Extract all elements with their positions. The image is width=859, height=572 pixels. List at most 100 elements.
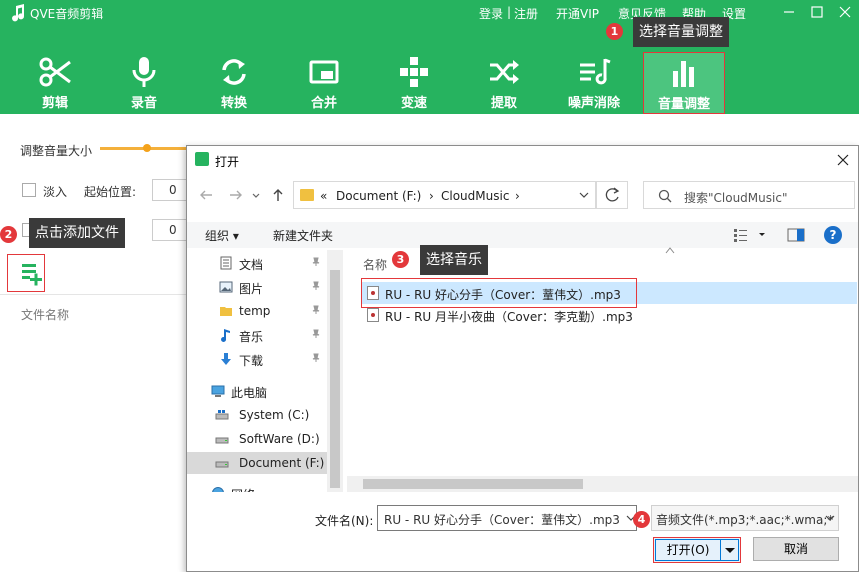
open-button-label[interactable]: 打开(O) xyxy=(655,539,721,561)
microphone-icon xyxy=(132,57,156,87)
chevron-down-icon xyxy=(579,192,589,198)
open-dropdown[interactable] xyxy=(721,539,739,561)
maximize-icon[interactable] xyxy=(806,2,828,22)
tool-label: 噪声消除 xyxy=(567,96,620,111)
login-link[interactable]: 登录 xyxy=(479,5,503,22)
breadcrumb-overflow[interactable]: « xyxy=(320,189,327,203)
nav-item-documents[interactable]: 文档 xyxy=(187,252,327,274)
shuffle-icon xyxy=(490,60,519,84)
speed-icon xyxy=(400,57,428,87)
document-icon xyxy=(220,256,232,270)
navigation-pane: 文档 图片 temp 音乐 下载 此电脑 System (C:) SoftWar… xyxy=(187,250,343,492)
breadcrumb-separator[interactable]: › xyxy=(515,189,520,203)
caret-down-icon xyxy=(725,548,735,553)
callout-label: 点击添加文件 xyxy=(29,218,125,248)
dialog-title: 打开 xyxy=(215,155,240,169)
link-separator: | xyxy=(507,5,512,19)
scissors-icon xyxy=(39,57,71,87)
chevron-down-icon[interactable] xyxy=(824,512,836,524)
add-file-button[interactable] xyxy=(7,254,45,292)
file-row[interactable]: RU - RU 月半小夜曲（Cover：李克勤）.mp3 xyxy=(361,304,857,326)
preview-pane-icon[interactable] xyxy=(787,227,805,243)
horizontal-scrollbar-thumb[interactable] xyxy=(363,479,583,489)
filename-label: 文件名(N): xyxy=(315,514,374,528)
breadcrumb-folder[interactable]: CloudMusic xyxy=(441,189,509,203)
close-icon[interactable] xyxy=(833,150,853,170)
nav-item-downloads[interactable]: 下载 xyxy=(187,348,327,370)
breadcrumb-drive[interactable]: Document (F:) xyxy=(336,189,421,203)
back-arrow-icon[interactable] xyxy=(197,186,215,204)
tool-label: 剪辑 xyxy=(41,96,68,111)
tool-speed[interactable]: 变速 xyxy=(373,52,455,114)
volume-bars-icon xyxy=(673,61,694,87)
nav-item-label: 音乐 xyxy=(239,330,264,344)
volume-label: 调整音量大小 xyxy=(20,144,93,158)
tool-extract[interactable]: 提取 xyxy=(463,52,545,114)
nav-item-label: temp xyxy=(239,304,271,318)
music-icon xyxy=(221,329,230,342)
organize-button[interactable]: 组织 ▾ xyxy=(205,227,239,244)
tool-denoise[interactable]: 噪声消除 xyxy=(553,52,635,114)
nav-item-label: System (C:) xyxy=(239,408,310,422)
tool-convert[interactable]: 转换 xyxy=(193,52,275,114)
pin-icon xyxy=(312,329,320,338)
nav-item-drive-d[interactable]: SoftWare (D:) xyxy=(187,428,327,450)
merge-icon xyxy=(309,60,339,84)
nav-scrollbar-thumb[interactable] xyxy=(330,270,340,488)
tool-record[interactable]: 录音 xyxy=(103,52,185,114)
app-title: QVE音频剪辑 xyxy=(30,7,104,21)
pin-icon xyxy=(312,353,320,362)
music-note-logo-icon xyxy=(12,4,25,22)
callout-label: 选择音乐 xyxy=(420,245,488,275)
filename-input[interactable]: RU - RU 好心分手（Cover：蕫伟文）.mp3 xyxy=(377,505,637,531)
nav-item-music[interactable]: 音乐 xyxy=(187,324,327,346)
network-icon xyxy=(212,487,224,492)
up-arrow-icon[interactable] xyxy=(269,186,287,204)
open-button[interactable]: 打开(O) xyxy=(653,537,741,563)
tool-cut[interactable]: 剪辑 xyxy=(14,52,96,114)
nav-item-drive-f[interactable]: Document (F:) xyxy=(187,452,327,474)
callout-number: 2 xyxy=(0,226,17,243)
noise-icon xyxy=(580,58,611,85)
app-header: QVE音频剪辑 登录 | 注册 开通VIP 意见反馈 帮助 设置 剪辑 录音 转… xyxy=(0,0,859,114)
cancel-button[interactable]: 取消 xyxy=(753,537,839,561)
refresh-icon xyxy=(605,187,620,202)
volume-slider-thumb[interactable] xyxy=(143,144,152,152)
search-placeholder: 搜索"CloudMusic" xyxy=(684,191,788,205)
nav-item-pictures[interactable]: 图片 xyxy=(187,276,327,298)
sort-ascending-icon xyxy=(665,247,675,254)
search-input[interactable]: 搜索"CloudMusic" xyxy=(643,181,855,209)
tool-label: 提取 xyxy=(490,96,517,111)
callout-number: 1 xyxy=(606,23,623,40)
new-folder-button[interactable]: 新建文件夹 xyxy=(273,227,333,244)
dialog-toolbar: 组织 ▾ 新建文件夹 ? xyxy=(187,222,858,248)
nav-item-network[interactable]: 网络 xyxy=(187,482,327,492)
chevron-down-icon[interactable] xyxy=(251,186,261,204)
refresh-button[interactable] xyxy=(596,181,628,209)
vip-link[interactable]: 开通VIP xyxy=(556,5,599,22)
callout-number: 4 xyxy=(633,511,650,528)
name-column-header[interactable]: 名称 xyxy=(363,256,387,273)
nav-item-drive-c[interactable]: System (C:) xyxy=(187,404,327,426)
minimize-icon[interactable] xyxy=(778,2,800,22)
open-file-dialog: 打开 « Document (F:) › CloudMusic › 搜索"Clo… xyxy=(186,145,859,572)
register-link[interactable]: 注册 xyxy=(514,5,538,22)
breadcrumb-separator[interactable]: › xyxy=(429,189,434,203)
download-icon xyxy=(221,353,231,365)
pin-icon xyxy=(312,281,320,290)
drive-icon xyxy=(215,437,229,444)
folder-icon xyxy=(220,307,232,316)
close-icon[interactable] xyxy=(834,2,856,22)
nav-item-temp[interactable]: temp xyxy=(187,300,327,322)
tool-merge[interactable]: 合并 xyxy=(283,52,365,114)
tool-volume[interactable]: 音量调整 xyxy=(643,52,725,114)
nav-item-this-pc[interactable]: 此电脑 xyxy=(187,380,327,402)
help-icon[interactable]: ? xyxy=(824,226,842,244)
address-dropdown[interactable] xyxy=(572,181,596,209)
file-type-select[interactable]: 音频文件(*.mp3;*.aac;*.wma;* xyxy=(651,505,839,531)
forward-arrow-icon[interactable] xyxy=(227,186,245,204)
fade-in-checkbox[interactable] xyxy=(22,183,36,197)
address-bar[interactable]: « Document (F:) › CloudMusic › xyxy=(293,181,595,209)
view-options-icon[interactable] xyxy=(733,227,769,243)
start-position-label: 起始位置: xyxy=(84,185,137,199)
